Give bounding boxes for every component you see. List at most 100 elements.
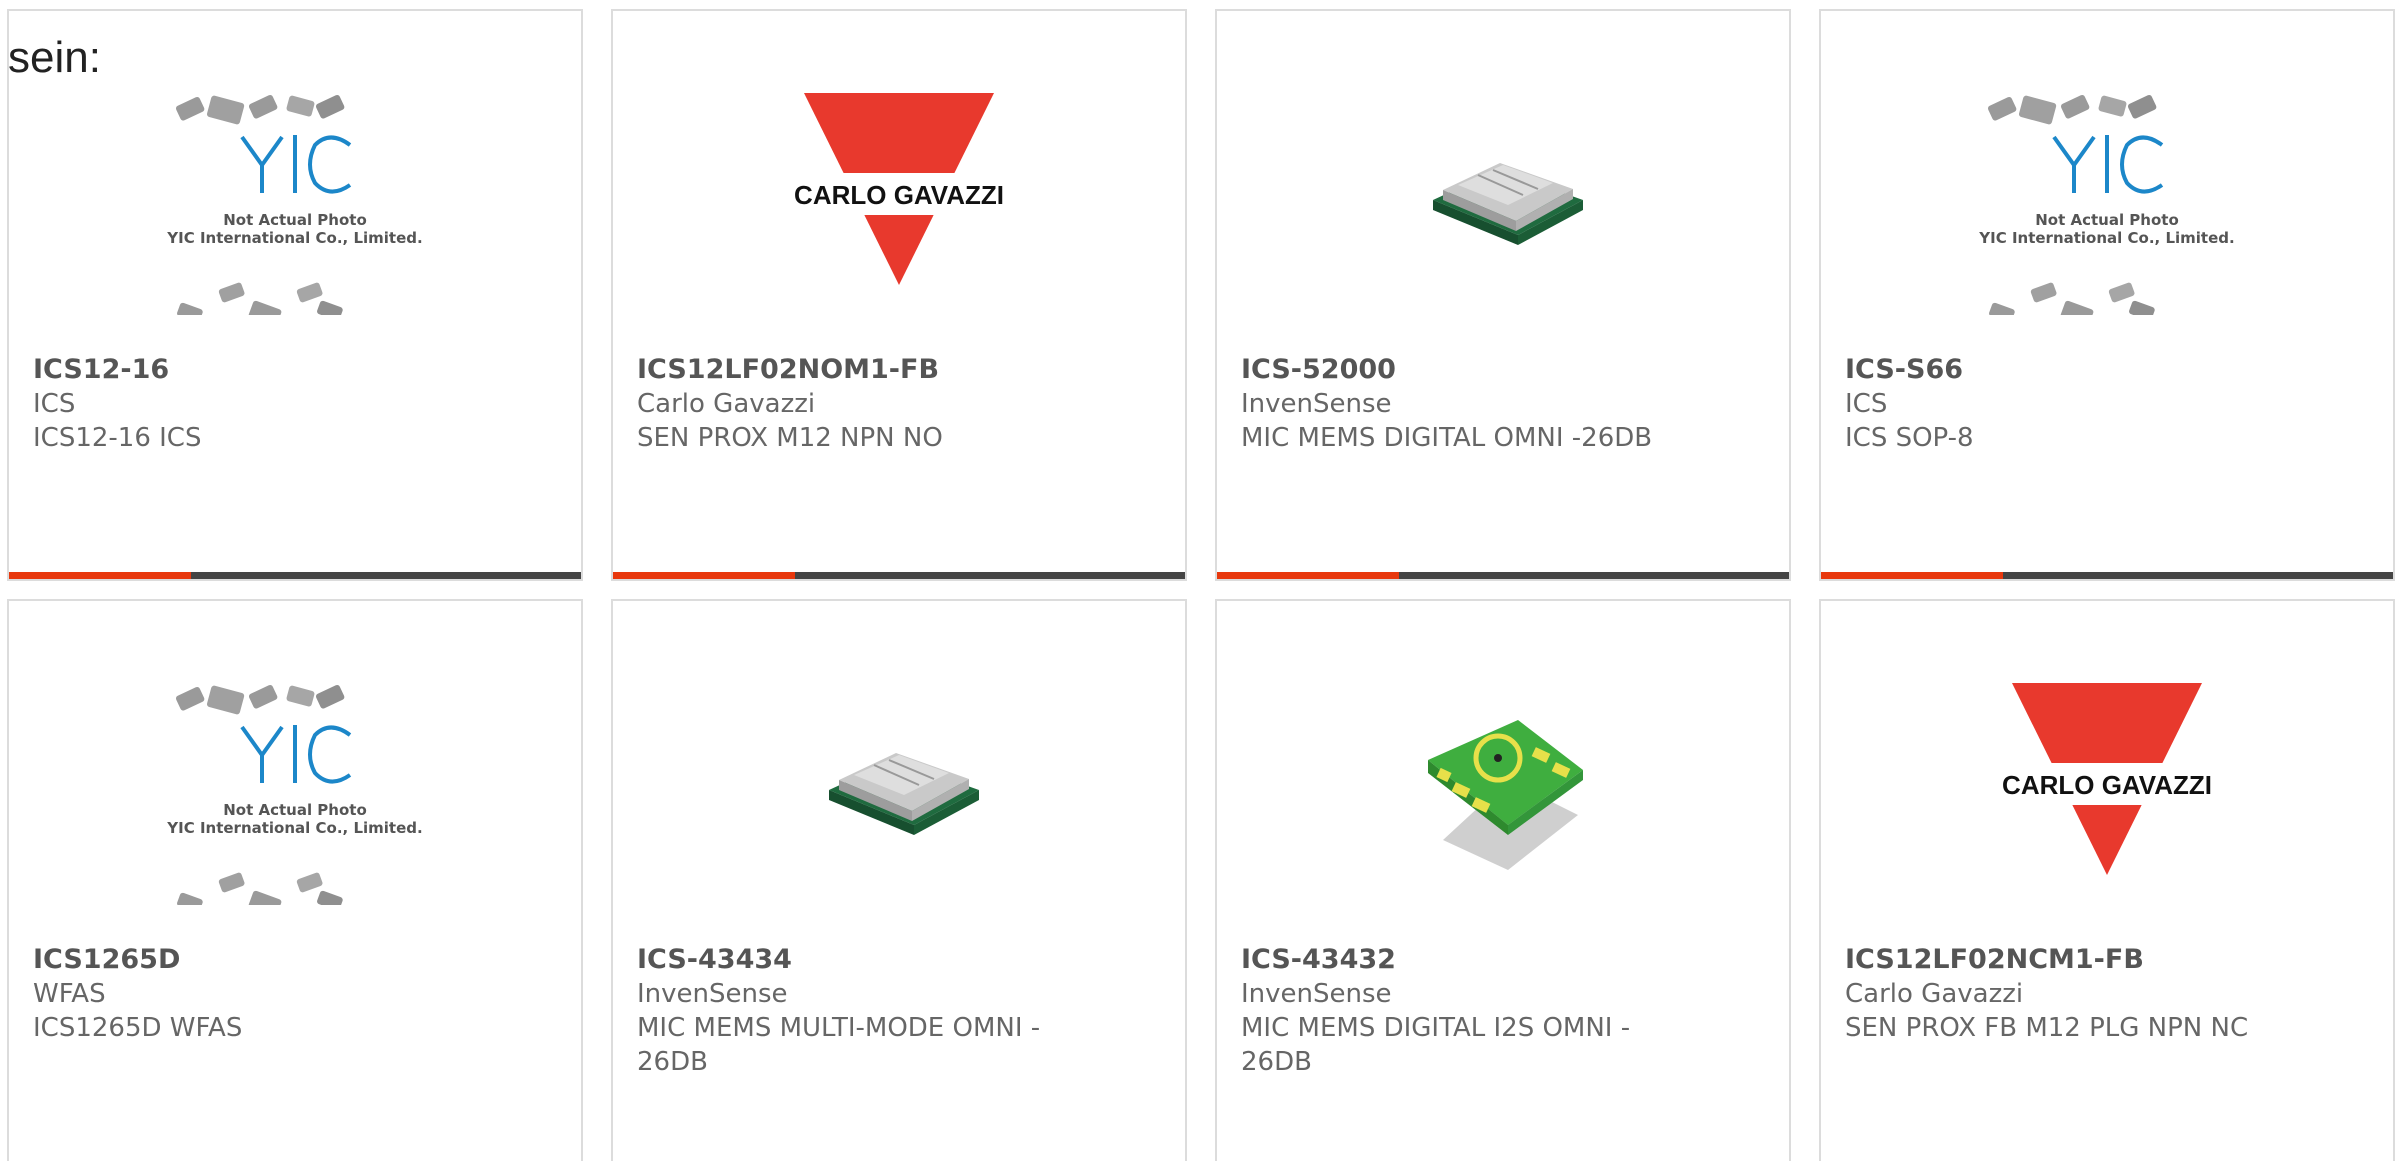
description: SEN PROX M12 NPN NO: [637, 423, 943, 453]
chip-icon: [1987, 96, 2017, 121]
product-image: CARLO GAVAZZI: [754, 75, 1044, 315]
product-info: ICS12-16 ICS ICS12-16 ICS: [33, 353, 481, 455]
card-bar-accent: [9, 572, 191, 579]
product-info: ICS12LF02NOM1-FB Carlo Gavazzi SEN PROX …: [637, 353, 1085, 455]
yic-placeholder-image: Not Actual Photo YIC International Co., …: [1978, 94, 2235, 315]
part-number[interactable]: ICS12LF02NCM1-FB: [1845, 943, 2293, 977]
chip-icon: [248, 94, 278, 119]
placeholder-line2: YIC International Co., Limited.: [166, 229, 422, 247]
manufacturer: Carlo Gavazzi: [637, 389, 816, 419]
product-info: ICS-43432 InvenSense MIC MEMS DIGITAL I2…: [1241, 943, 1689, 1079]
chip-icon: [317, 300, 343, 315]
carlo-gavazzi-logo-image: CARLO GAVAZZI: [2002, 683, 2212, 875]
carlo-gavazzi-logo-image: CARLO GAVAZZI: [794, 93, 1004, 285]
description: MIC MEMS MULTI-MODE OMNI - 26DB: [637, 1013, 1041, 1077]
product-card[interactable]: ICS-43432 InvenSense MIC MEMS DIGITAL I2…: [1215, 599, 1791, 1161]
product-image: Not Actual Photo YIC International Co., …: [150, 75, 440, 315]
placeholder-line1: Not Actual Photo: [223, 801, 367, 819]
logo-text: CARLO GAVAZZI: [794, 180, 1004, 210]
yic-logo: [240, 725, 352, 784]
product-card[interactable]: CARLO GAVAZZI ICS12LF02NOM1-FB Carlo Gav…: [611, 9, 1187, 581]
chip-icon: [177, 892, 203, 905]
description: ICS1265D WFAS: [33, 1013, 243, 1043]
manufacturer: InvenSense: [1241, 389, 1392, 419]
chip-icon: [206, 95, 245, 125]
placeholder-line1: Not Actual Photo: [2035, 211, 2179, 229]
chip-icon: [248, 300, 282, 315]
part-number[interactable]: ICS-43434: [637, 943, 1085, 977]
chip-icon: [218, 872, 245, 893]
placeholder-line1: Not Actual Photo: [223, 211, 367, 229]
manufacturer: Carlo Gavazzi: [1845, 979, 2024, 1009]
product-grid: Not Actual Photo YIC International Co., …: [0, 0, 2400, 1161]
product-card[interactable]: Not Actual Photo YIC International Co., …: [7, 599, 583, 1161]
chip-icon: [218, 282, 245, 303]
placeholder-line2: YIC International Co., Limited.: [166, 819, 422, 837]
description: SEN PROX FB M12 PLG NPN NC: [1845, 1013, 2249, 1043]
mems-chip-icon: [829, 753, 979, 835]
logo-text: CARLO GAVAZZI: [2002, 770, 2212, 800]
product-image: [754, 665, 1044, 905]
chip-icon: [315, 94, 345, 119]
product-info: ICS-52000 InvenSense MIC MEMS DIGITAL OM…: [1241, 353, 1689, 455]
chip-icon: [317, 890, 343, 905]
card-bar-accent: [1217, 572, 1399, 579]
product-card[interactable]: ICS-52000 InvenSense MIC MEMS DIGITAL OM…: [1215, 9, 1791, 581]
part-number[interactable]: ICS12LF02NOM1-FB: [637, 353, 1085, 387]
description: MIC MEMS DIGITAL OMNI -26DB: [1241, 423, 1653, 453]
part-number[interactable]: ICS-S66: [1845, 353, 2293, 387]
product-card[interactable]: CARLO GAVAZZI ICS12LF02NCM1-FB Carlo Gav…: [1819, 599, 2395, 1161]
part-number[interactable]: ICS-43432: [1241, 943, 1689, 977]
manufacturer: WFAS: [33, 979, 106, 1009]
description: MIC MEMS DIGITAL I2S OMNI - 26DB: [1241, 1013, 1631, 1077]
yic-placeholder-image: Not Actual Photo YIC International Co., …: [166, 684, 423, 905]
product-image: Not Actual Photo YIC International Co., …: [150, 665, 440, 905]
chip-icon: [2098, 95, 2127, 117]
product-info: ICS1265D WFAS ICS1265D WFAS: [33, 943, 481, 1045]
product-card[interactable]: ICS-43434 InvenSense MIC MEMS MULTI-MODE…: [611, 599, 1187, 1161]
manufacturer: ICS: [1845, 389, 1888, 419]
pcb-mic-icon: [1428, 720, 1583, 870]
card-bottom-bar: [1821, 572, 2393, 579]
chip-icon: [296, 872, 323, 893]
chip-icon: [177, 302, 203, 315]
chip-icon: [2030, 282, 2057, 303]
chip-icon: [248, 890, 282, 905]
mems-chip-icon: [1433, 163, 1583, 245]
product-image: [1358, 665, 1648, 905]
product-info: ICS-43434 InvenSense MIC MEMS MULTI-MODE…: [637, 943, 1085, 1079]
part-number[interactable]: ICS1265D: [33, 943, 481, 977]
chip-icon: [2060, 94, 2090, 119]
product-image: CARLO GAVAZZI: [1962, 665, 2252, 905]
chip-icon: [2129, 300, 2155, 315]
chip-icon: [2060, 300, 2094, 315]
part-number[interactable]: ICS-52000: [1241, 353, 1689, 387]
mems-chip-image: [1433, 163, 1583, 245]
manufacturer: InvenSense: [1241, 979, 1392, 1009]
green-pcb-mic-image: [1428, 720, 1583, 870]
chip-icon: [2108, 282, 2135, 303]
card-bar-accent: [1821, 572, 2003, 579]
card-bottom-bar: [9, 572, 581, 579]
product-grid-page: sein: Not Actual Photo YIC International…: [0, 0, 2400, 1161]
product-card[interactable]: Not Actual Photo YIC International Co., …: [7, 9, 583, 581]
card-bottom-bar: [1217, 572, 1789, 579]
yic-placeholder-image: Not Actual Photo YIC International Co., …: [166, 94, 423, 315]
part-number[interactable]: ICS12-16: [33, 353, 481, 387]
card-bar-accent: [613, 572, 795, 579]
manufacturer: InvenSense: [637, 979, 788, 1009]
manufacturer: ICS: [33, 389, 76, 419]
chip-icon: [248, 684, 278, 709]
chip-icon: [1989, 302, 2015, 315]
chip-icon: [315, 684, 345, 709]
chip-icon: [2127, 94, 2157, 119]
yic-logo: [240, 135, 352, 194]
product-info: ICS-S66 ICS ICS SOP-8: [1845, 353, 2293, 455]
product-card[interactable]: Not Actual Photo YIC International Co., …: [1819, 9, 2395, 581]
chip-icon: [206, 685, 245, 715]
mems-chip-image: [829, 753, 979, 835]
chip-icon: [175, 686, 205, 711]
description: ICS SOP-8: [1845, 423, 1974, 453]
intro-text: sein:: [8, 33, 101, 82]
card-bottom-bar: [613, 572, 1185, 579]
